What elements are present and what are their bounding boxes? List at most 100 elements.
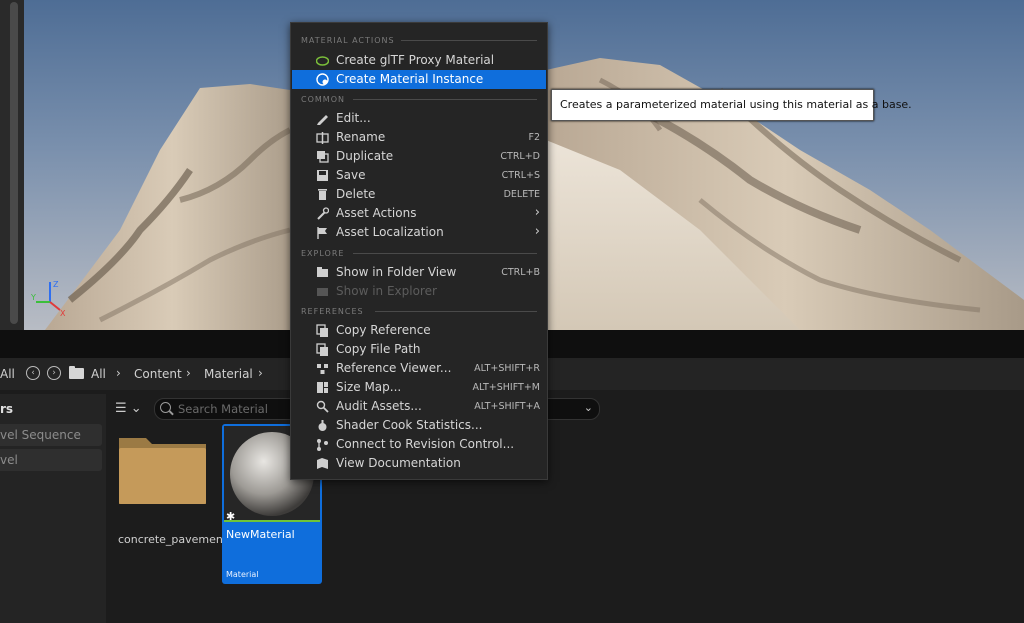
asset-tile-folder[interactable]: concrete_pavement_xeohbekga_2k	[112, 426, 313, 586]
menu-item-label: Size Map...	[336, 380, 402, 394]
menu-item-shader-cook-statistics[interactable]: Shader Cook Statistics...	[292, 416, 546, 435]
breadcrumb-all[interactable]: All	[91, 367, 106, 381]
revision-control-icon	[317, 439, 328, 451]
pencil-icon	[317, 115, 328, 125]
save-icon	[317, 170, 328, 181]
explorer-icon	[317, 288, 328, 296]
menu-item-label: Asset Actions	[336, 206, 417, 220]
asset-name: NewMaterial	[226, 528, 295, 541]
reference-viewer-icon	[317, 364, 328, 374]
axis-y-label: Y	[30, 293, 36, 302]
section-divider	[375, 311, 537, 312]
viewport-scrollbar[interactable]	[10, 2, 18, 324]
section-references: REFERENCES	[301, 307, 364, 316]
section-common: COMMON	[301, 95, 345, 104]
axis-z-label: Z	[53, 280, 59, 289]
copy-icon	[316, 324, 328, 337]
sources-item-level-sequence[interactable]: vel Sequence	[0, 424, 102, 446]
menu-item-asset-actions[interactable]: Asset Actions ›	[292, 204, 546, 223]
gltf-icon	[316, 56, 329, 66]
asset-name: concrete_pavement_xeohbekga_2k	[118, 533, 313, 546]
menu-item-view-documentation[interactable]: View Documentation	[292, 454, 546, 473]
menu-item-label: Duplicate	[336, 149, 394, 163]
viewport-left-toolbar	[0, 0, 24, 330]
filter-icon[interactable]: ☰ ⌄	[115, 401, 142, 416]
asset-type: Material	[226, 570, 259, 579]
menu-item-label: Copy Reference	[336, 323, 431, 337]
menu-item-label: Create glTF Proxy Material	[336, 53, 495, 67]
chevron-right-icon[interactable]: ›	[258, 366, 263, 380]
all-button-left[interactable]: All	[0, 367, 15, 381]
menu-item-label: Save	[336, 168, 366, 182]
size-map-icon	[317, 382, 328, 393]
menu-shortcut: CTRL+B	[501, 267, 540, 278]
chevron-right-icon[interactable]: ›	[186, 366, 191, 380]
wrench-icon	[317, 207, 329, 220]
menu-item-copy-file-path[interactable]: Copy File Path	[292, 340, 546, 359]
section-divider	[401, 40, 537, 41]
forward-icon[interactable]: ›	[47, 366, 61, 380]
menu-item-label: Show in Folder View	[336, 265, 457, 279]
axis-x-label: X	[60, 309, 66, 318]
flag-icon	[317, 227, 327, 239]
folder-view-icon	[317, 267, 328, 277]
menu-shortcut: DELETE	[503, 189, 540, 200]
chevron-right-icon[interactable]: ›	[116, 366, 121, 380]
search-icon	[160, 402, 171, 413]
folder-icon	[69, 366, 84, 379]
section-divider	[353, 99, 537, 100]
menu-item-duplicate[interactable]: Duplicate CTRL+D	[292, 147, 546, 166]
menu-item-label: Audit Assets...	[336, 399, 422, 413]
menu-item-label: Reference Viewer...	[336, 361, 452, 375]
menu-shortcut: ALT+SHIFT+M	[472, 382, 540, 393]
tooltip-text: Creates a parameterized material using t…	[560, 98, 912, 111]
menu-item-label: Rename	[336, 130, 386, 144]
documentation-icon	[317, 458, 328, 469]
menu-item-tooltip: Creates a parameterized material using t…	[551, 89, 912, 121]
menu-item-delete[interactable]: Delete DELETE	[292, 185, 546, 204]
menu-item-create-gltf-proxy[interactable]: Create glTF Proxy Material	[292, 51, 546, 70]
submenu-chevron-icon: ›	[534, 224, 540, 239]
menu-item-show-in-folder-view[interactable]: Show in Folder View CTRL+B	[292, 263, 546, 282]
section-material-actions: MATERIAL ACTIONS	[301, 36, 395, 45]
back-icon[interactable]: ‹	[26, 366, 40, 380]
asset-type-color-bar	[224, 520, 320, 522]
menu-item-audit-assets[interactable]: Audit Assets... ALT+SHIFT+A	[292, 397, 546, 416]
breadcrumb-material[interactable]: Material	[204, 367, 253, 381]
menu-item-label: Shader Cook Statistics...	[336, 418, 483, 432]
duplicate-icon	[317, 151, 329, 163]
menu-item-rename[interactable]: Rename F2	[292, 128, 546, 147]
axis-gizmo: Z Y X	[30, 280, 66, 318]
folder-thumbnail-icon	[119, 438, 206, 504]
menu-shortcut: ALT+SHIFT+A	[474, 401, 540, 412]
section-divider	[353, 253, 537, 254]
shader-stats-icon	[318, 420, 327, 431]
trash-icon	[318, 189, 327, 200]
menu-item-label: Create Material Instance	[336, 72, 484, 86]
menu-item-label: Copy File Path	[336, 342, 421, 356]
menu-item-create-material-instance[interactable]: Create Material Instance	[292, 70, 546, 89]
chevron-down-icon[interactable]: ⌄	[584, 401, 593, 414]
material-instance-icon	[316, 73, 329, 86]
sources-item-level[interactable]: vel	[0, 449, 102, 471]
menu-item-connect-revision-control[interactable]: Connect to Revision Control...	[292, 435, 546, 454]
menu-item-label: Delete	[336, 187, 376, 201]
menu-item-edit[interactable]: Edit...	[292, 109, 546, 128]
menu-item-label: View Documentation	[336, 456, 461, 470]
asset-context-menu: MATERIAL ACTIONS Create glTF Proxy Mater…	[290, 22, 548, 480]
menu-item-reference-viewer[interactable]: Reference Viewer... ALT+SHIFT+R	[292, 359, 546, 378]
menu-shortcut: CTRL+S	[501, 170, 540, 181]
breadcrumb-content[interactable]: Content	[134, 367, 182, 381]
audit-icon	[316, 400, 329, 413]
menu-item-asset-localization[interactable]: Asset Localization ›	[292, 223, 546, 242]
menu-item-save[interactable]: Save CTRL+S	[292, 166, 546, 185]
menu-shortcut: ALT+SHIFT+R	[474, 363, 540, 374]
menu-item-copy-reference[interactable]: Copy Reference	[292, 321, 546, 340]
copy-icon	[316, 343, 328, 356]
search-placeholder: Search Material	[178, 402, 268, 416]
rename-icon	[316, 132, 329, 144]
menu-item-size-map[interactable]: Size Map... ALT+SHIFT+M	[292, 378, 546, 397]
menu-item-label: Edit...	[336, 111, 371, 125]
menu-item-label: Connect to Revision Control...	[336, 437, 515, 451]
submenu-chevron-icon: ›	[534, 205, 540, 220]
